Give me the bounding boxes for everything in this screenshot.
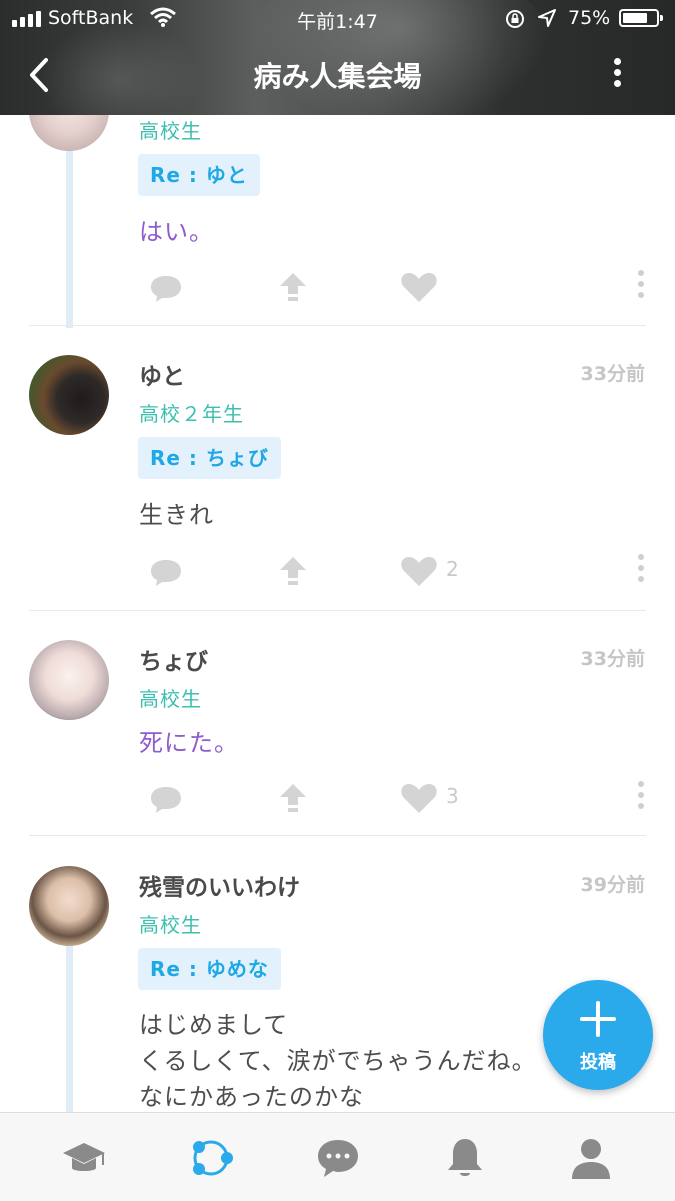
post-divider [29,610,646,611]
user-avatar[interactable] [29,115,109,151]
reply-tag[interactable]: Re : ちょび [138,437,281,479]
circle-share-icon[interactable] [188,1135,234,1181]
post-menu-button[interactable] [634,267,648,307]
status-bar: SoftBank 午前1:47 75% [0,0,675,38]
post-body-line: はじめまして [139,1011,289,1039]
location-arrow-icon [538,9,556,27]
user-grade: 高校生 [139,687,202,711]
page-title: 病み人集会場 [253,60,422,93]
reply-tag[interactable]: Re : ゆめな [138,948,281,990]
battery-percentage: 75% [568,7,611,29]
post-time: 33分前 [580,363,645,385]
plus-icon [580,1001,616,1037]
comment-icon[interactable] [150,778,182,818]
share-arrow-icon[interactable] [279,778,307,818]
user-avatar[interactable] [29,640,109,720]
user-avatar[interactable] [29,355,109,435]
share-arrow-icon[interactable] [279,267,307,307]
post-body: 死にた。 [139,729,239,757]
battery-icon [619,9,663,27]
post-body-line: なにかあったのかな [139,1083,364,1111]
like-count: 3 [446,784,459,808]
post-actions: 3 [0,778,675,818]
user-name[interactable]: ちょび [139,642,208,676]
post-time: 39分前 [580,874,645,896]
heart-icon[interactable] [400,778,438,818]
post-feed[interactable]: 高校生 Re : ゆと はい。 ゆと 33分前 高校２年生 Re : ちょび 生… [0,115,675,1112]
compose-post-button[interactable]: 投稿 [543,980,653,1090]
post-body-line: くるしくて、涙がでちゃうんだね。 [139,1047,537,1075]
more-dot [613,80,621,87]
user-avatar[interactable] [29,866,109,946]
post-body: 生きれ [139,501,214,529]
reply-tag[interactable]: Re : ゆと [138,154,260,196]
post-actions: 2 [0,551,675,591]
user-name[interactable]: ゆと [139,357,185,391]
user-grade: 高校生 [139,119,202,143]
bottom-tab-bar [0,1112,675,1201]
post-menu-button[interactable] [634,551,648,591]
comment-icon[interactable] [150,267,182,307]
post-divider [29,835,646,836]
post-actions [0,267,675,307]
post-body: はじめまして くるしくて、涙がでちゃうんだね。 なにかあったのかな [139,1007,579,1112]
share-arrow-icon[interactable] [279,551,307,591]
user-grade: 高校生 [139,913,202,937]
app-header: SoftBank 午前1:47 75% 病み人集会場 [0,0,675,115]
chat-bubble-icon[interactable] [315,1135,361,1181]
post-time: 33分前 [580,648,645,670]
comment-icon[interactable] [150,551,182,591]
like-count: 2 [446,557,459,581]
more-dot [613,58,621,65]
user-grade: 高校２年生 [139,402,244,426]
person-icon[interactable] [568,1135,614,1181]
thread-line [66,943,73,1112]
user-name[interactable]: 残雪のいいわけ [139,868,300,902]
graduation-cap-icon[interactable] [61,1135,107,1181]
post-menu-button[interactable] [634,778,648,818]
post-divider [29,325,646,326]
heart-icon[interactable] [400,267,438,307]
more-options-button[interactable] [605,55,629,95]
bell-icon[interactable] [442,1135,488,1181]
rotation-lock-icon [506,10,524,28]
compose-label: 投稿 [580,1052,616,1073]
heart-icon[interactable] [400,551,438,591]
more-dot [613,69,621,76]
post-body: はい。 [139,218,214,246]
